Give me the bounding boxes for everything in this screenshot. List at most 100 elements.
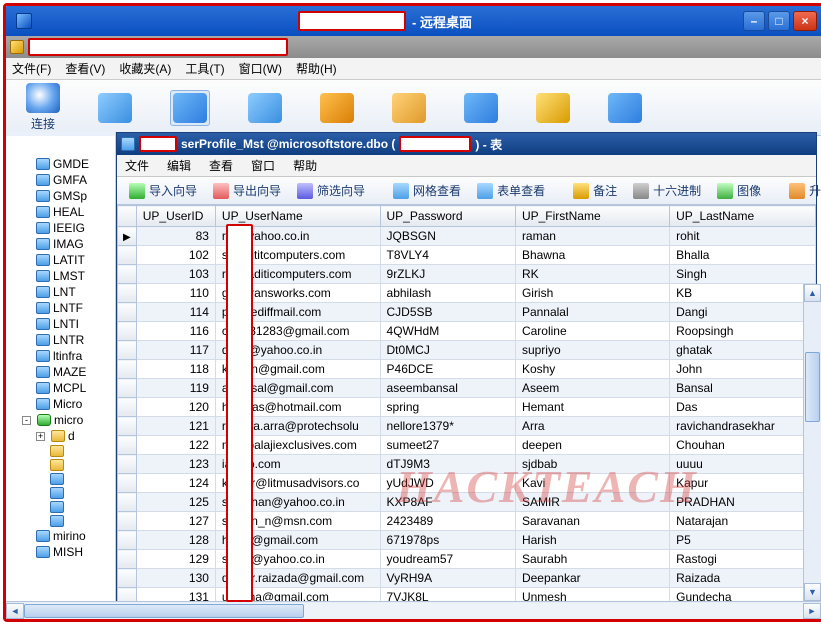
tree-node[interactable]: LMST: [8, 268, 115, 284]
doc-tool-button[interactable]: 筛选向导: [291, 180, 371, 201]
expand-toggle-icon[interactable]: +: [36, 432, 45, 441]
cell[interactable]: Das: [670, 398, 816, 417]
cell[interactable]: supriyo: [515, 341, 669, 360]
cell[interactable]: 116: [136, 322, 215, 341]
doc-tool-button[interactable]: 升序排序: [783, 180, 821, 201]
cell[interactable]: 118: [136, 360, 215, 379]
cell[interactable]: youdream57: [380, 550, 515, 569]
toolbar-button[interactable]: [98, 93, 132, 123]
table-row[interactable]: 110gi @transworks.comabhilashGirishKB: [118, 284, 816, 303]
tree-node[interactable]: LNTF: [8, 300, 115, 316]
scroll-left-button[interactable]: ◄: [6, 603, 24, 619]
tree-node[interactable]: IEEIG: [8, 220, 115, 236]
toolbar-button[interactable]: [320, 93, 354, 123]
tree-node[interactable]: [8, 514, 115, 528]
vertical-scrollbar[interactable]: ▲ ▼: [803, 284, 821, 601]
cell[interactable]: 130: [136, 569, 215, 588]
tree-node[interactable]: MISH: [8, 544, 115, 560]
tree-node[interactable]: HEAL: [8, 204, 115, 220]
cell[interactable]: 2423489: [380, 512, 515, 531]
doc-menu-item[interactable]: 文件: [125, 157, 149, 174]
cell[interactable]: T8VLY4: [380, 246, 515, 265]
tree-node[interactable]: GMDE: [8, 156, 115, 172]
cell[interactable]: CJD5SB: [380, 303, 515, 322]
doc-menu-item[interactable]: 窗口: [251, 157, 275, 174]
cell[interactable]: spring: [380, 398, 515, 417]
table-row[interactable]: 103rk @aditicomputers.com9rZLKJRKSingh: [118, 265, 816, 284]
cell[interactable]: 123: [136, 455, 215, 474]
table-row[interactable]: 125sn adhan@yahoo.co.inKXP8AFSAMIRPRADHA…: [118, 493, 816, 512]
tree-node[interactable]: LNTR: [8, 332, 115, 348]
tree-node[interactable]: Micro: [8, 396, 115, 412]
cell[interactable]: nellore1379*: [380, 417, 515, 436]
cell[interactable]: Koshy: [515, 360, 669, 379]
hscroll-thumb[interactable]: [24, 604, 304, 618]
cell[interactable]: P5: [670, 531, 816, 550]
close-button[interactable]: ×: [793, 11, 817, 31]
toolbar-button[interactable]: [464, 93, 498, 123]
cell[interactable]: Aseem: [515, 379, 669, 398]
table-row[interactable]: 130de kar.raizada@gmail.comVyRH9ADeepank…: [118, 569, 816, 588]
scroll-down-button[interactable]: ▼: [804, 583, 821, 601]
cell[interactable]: 122: [136, 436, 215, 455]
column-header[interactable]: UP_UserID: [136, 206, 215, 227]
doc-menu-item[interactable]: 编辑: [167, 157, 191, 174]
tree-node[interactable]: GMSp: [8, 188, 115, 204]
menu-item[interactable]: 窗口(W): [239, 60, 282, 77]
doc-tool-button[interactable]: 导入向导: [123, 180, 203, 201]
scroll-right-button[interactable]: ►: [803, 603, 821, 619]
tree-node[interactable]: LNT: [8, 284, 115, 300]
connection-tree-panel[interactable]: GMDEGMFAGMSpHEALIEEIGIMAGLATITLMSTLNTLNT…: [6, 136, 116, 601]
cell[interactable]: Chouhan: [670, 436, 816, 455]
table-row[interactable]: ▶83ro @yahoo.co.inJQBSGNramanrohit: [118, 227, 816, 246]
cell[interactable]: Saravanan: [515, 512, 669, 531]
cell[interactable]: yUdJWD: [380, 474, 515, 493]
tree-node[interactable]: ltinfra: [8, 348, 115, 364]
cell[interactable]: KB: [670, 284, 816, 303]
cell[interactable]: SAMIR: [515, 493, 669, 512]
tree-node[interactable]: [8, 486, 115, 500]
toolbar-button[interactable]: [608, 93, 642, 123]
cell[interactable]: ravichandrasekhar: [670, 417, 816, 436]
doc-tool-button[interactable]: 图像: [711, 180, 767, 201]
cell[interactable]: 124: [136, 474, 215, 493]
cell[interactable]: 83: [136, 227, 215, 246]
tree-node[interactable]: [8, 458, 115, 472]
cell[interactable]: 128: [136, 531, 215, 550]
cell[interactable]: abhilash: [380, 284, 515, 303]
maximize-button[interactable]: □: [768, 11, 790, 31]
doc-tool-button[interactable]: 备注: [567, 180, 623, 201]
cell[interactable]: 121: [136, 417, 215, 436]
cell[interactable]: Caroline: [515, 322, 669, 341]
cell[interactable]: sumeet27: [380, 436, 515, 455]
cell[interactable]: Arra: [515, 417, 669, 436]
tree-node[interactable]: [8, 472, 115, 486]
cell[interactable]: Saurabh: [515, 550, 669, 569]
table-row[interactable]: 122m @balajiexclusives.comsumeet27deepen…: [118, 436, 816, 455]
column-header[interactable]: UP_Password: [380, 206, 515, 227]
tree-node[interactable]: -micro: [8, 412, 115, 428]
horizontal-scrollbar[interactable]: ◄ ►: [6, 601, 821, 619]
cell[interactable]: Bhalla: [670, 246, 816, 265]
tree-node[interactable]: [8, 444, 115, 458]
cell[interactable]: dTJ9M3: [380, 455, 515, 474]
table-row[interactable]: 114pl @rediffmail.comCJD5SBPannalalDangi: [118, 303, 816, 322]
cell[interactable]: Bansal: [670, 379, 816, 398]
cell[interactable]: raman: [515, 227, 669, 246]
scroll-up-button[interactable]: ▲: [804, 284, 821, 302]
cell[interactable]: Deepankar: [515, 569, 669, 588]
tree-node[interactable]: LNTI: [8, 316, 115, 332]
cell[interactable]: Pannalal: [515, 303, 669, 322]
cell[interactable]: 131: [136, 588, 215, 602]
column-header[interactable]: UP_FirstName: [515, 206, 669, 227]
table-row[interactable]: 118ko phn@gmail.comP46DCEKoshyJohn: [118, 360, 816, 379]
doc-tool-button[interactable]: 表单查看: [471, 180, 551, 201]
expand-toggle-icon[interactable]: -: [22, 416, 31, 425]
cell[interactable]: Raizada: [670, 569, 816, 588]
scroll-thumb[interactable]: [805, 352, 820, 422]
cell[interactable]: PRADHAN: [670, 493, 816, 512]
tree-node[interactable]: MCPL: [8, 380, 115, 396]
cell[interactable]: KXP8AF: [380, 493, 515, 512]
cell[interactable]: Kavi: [515, 474, 669, 493]
cell[interactable]: Gundecha: [670, 588, 816, 602]
